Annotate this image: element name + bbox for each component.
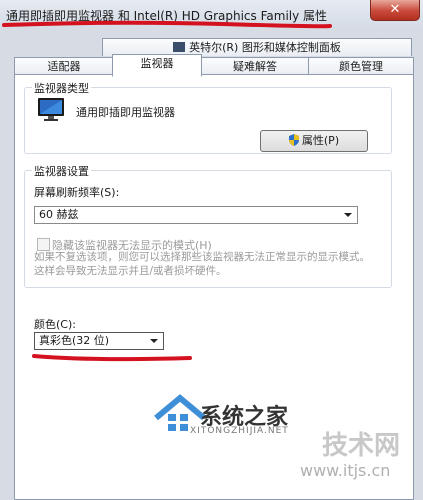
tab-intel-label: 英特尔(R) 图形和媒体控制面板 (189, 41, 341, 54)
tab-color-management-label: 颜色管理 (339, 60, 383, 73)
watermark-url: www.itjs.cn (300, 461, 391, 480)
color-select[interactable]: 真彩色(32 位) (34, 332, 164, 350)
refresh-rate-value: 60 赫兹 (39, 208, 79, 221)
chevron-down-icon (150, 339, 158, 343)
properties-button-label: 属性(P) (301, 134, 340, 147)
close-icon: ✕ (389, 2, 401, 17)
intel-tab-icon (173, 42, 186, 52)
color-label: 颜色(C): (34, 318, 76, 331)
shield-icon (288, 134, 299, 146)
properties-button[interactable]: 属性(P) (260, 130, 368, 152)
watermark-site: 技术网 (322, 431, 401, 461)
tab-adapter[interactable]: 适配器 (14, 57, 114, 75)
monitor-type-label: 监视器类型 (32, 80, 91, 96)
color-value: 真彩色(32 位) (39, 334, 110, 347)
watermark-subtitle: XITONGZHIJIA.NET (190, 426, 289, 436)
red-underline-title (2, 20, 332, 29)
tab-troubleshoot[interactable]: 疑难解答 (200, 57, 310, 75)
chevron-down-icon (344, 213, 352, 217)
tab-troubleshoot-label: 疑难解答 (233, 60, 277, 73)
tab-monitor[interactable]: 监视器 (112, 54, 202, 77)
monitor-icon (38, 98, 64, 121)
close-button[interactable]: ✕ (370, 0, 420, 21)
refresh-rate-label: 屏幕刷新频率(S): (34, 186, 120, 199)
monitor-name: 通用即插即用监视器 (76, 106, 175, 119)
monitor-settings-label: 监视器设置 (32, 163, 91, 179)
tab-adapter-label: 适配器 (47, 60, 81, 73)
tab-color-management[interactable]: 颜色管理 (308, 57, 414, 75)
refresh-rate-select[interactable]: 60 赫兹 (34, 206, 358, 224)
warning-note: 如果不复选该项，则您可以选择那些该监视器无法正常显示的显示模式。这样会导致无法显… (34, 251, 370, 277)
red-underline-color (32, 354, 192, 362)
tab-monitor-label: 监视器 (140, 57, 174, 70)
